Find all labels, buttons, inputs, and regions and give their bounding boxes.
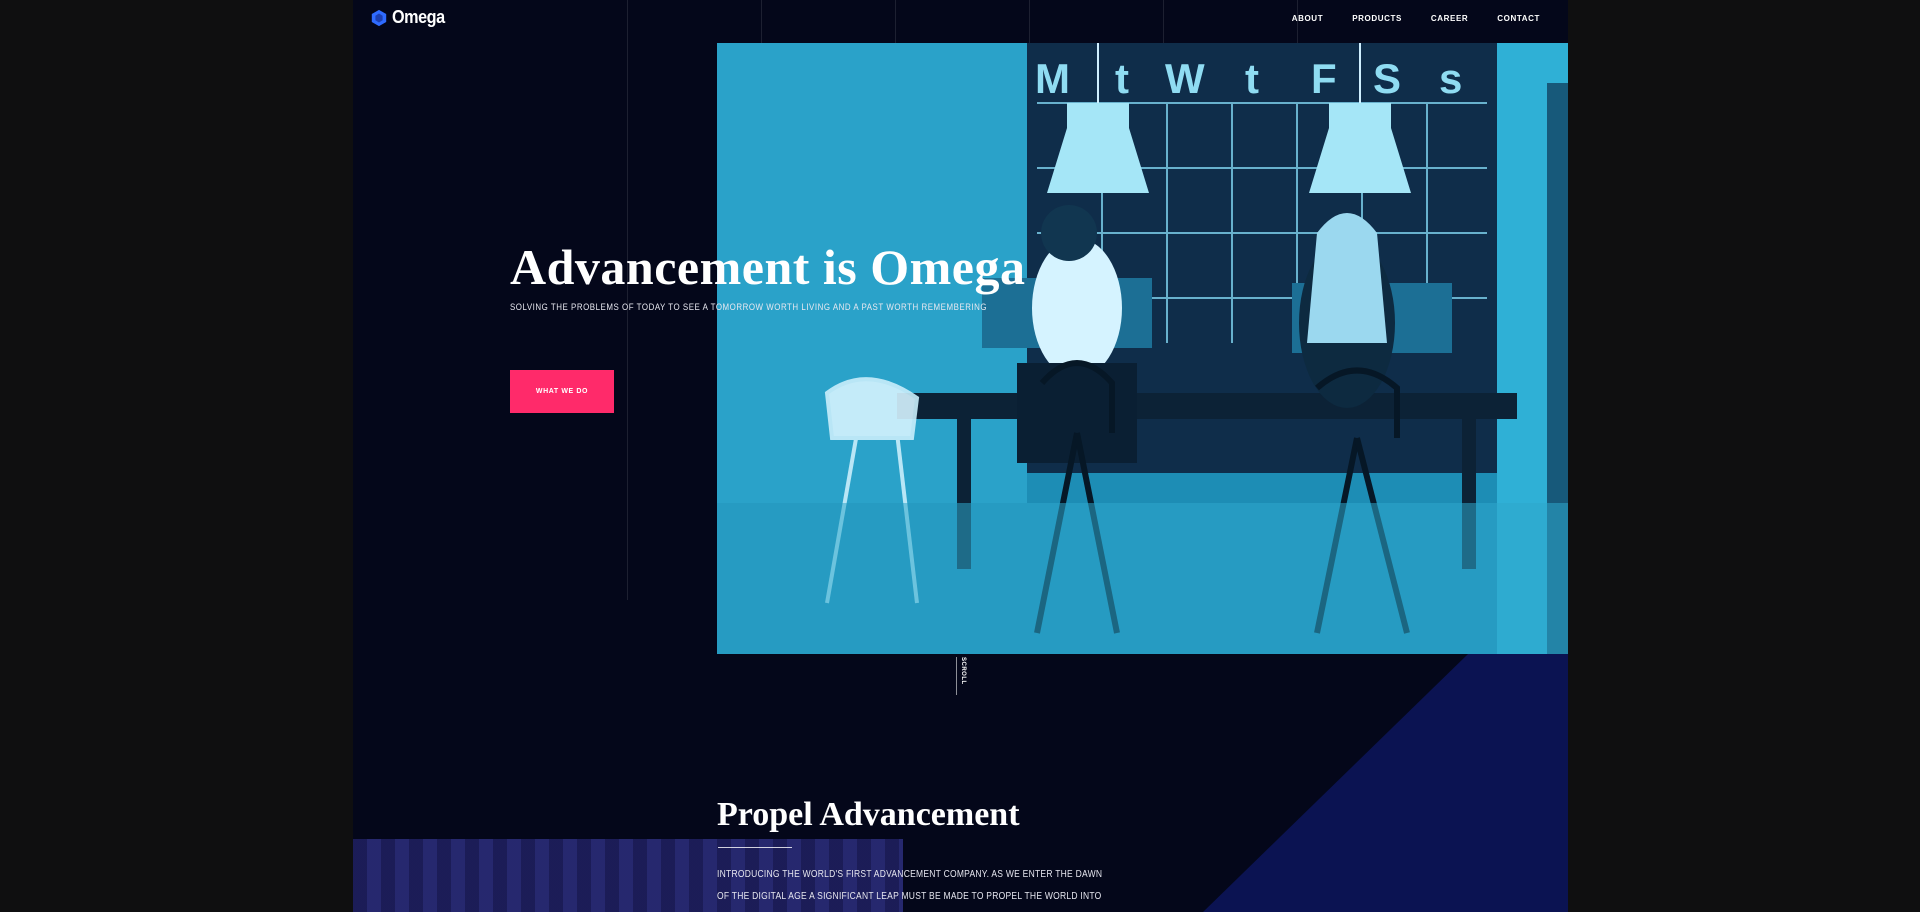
calendar-day-label: W: [1165, 55, 1205, 102]
main-nav: About Products Career Contact: [1292, 14, 1540, 23]
grid-line: [1163, 0, 1164, 43]
calendar-day-label: s: [1439, 55, 1462, 102]
grid-line: [895, 0, 896, 43]
nav-link-about[interactable]: About: [1292, 14, 1323, 23]
what-we-do-button[interactable]: WHAT WE DO: [510, 370, 614, 413]
calendar-day-label: M: [1035, 55, 1070, 102]
calendar-day-label: S: [1373, 55, 1401, 102]
hero-title: Advancement is Omega: [510, 239, 1026, 295]
calendar-day-label: F: [1311, 55, 1337, 102]
section-divider: [718, 847, 792, 848]
scroll-line: [956, 657, 957, 695]
hero-subtitle: SOLVING THE PROBLEMS OF TODAY TO SEE A T…: [510, 302, 988, 312]
scroll-indicator[interactable]: SCROLL: [956, 657, 966, 695]
section-title: Propel Advancement: [717, 796, 1020, 833]
calendar-day-label: t: [1115, 55, 1129, 102]
website-page: Omega About Products Career Contact: [353, 0, 1568, 912]
hexagon-logo-icon: [371, 9, 387, 26]
nav-link-products[interactable]: Products: [1352, 14, 1402, 23]
brand-name: Omega: [392, 7, 445, 27]
nav-link-career[interactable]: Career: [1431, 14, 1468, 23]
scroll-label: SCROLL: [960, 657, 966, 685]
grid-line: [1029, 0, 1030, 43]
nav-link-contact[interactable]: Contact: [1497, 14, 1540, 23]
grid-line: [761, 0, 762, 43]
hero-copy: Advancement is Omega SOLVING THE PROBLEM…: [510, 238, 1052, 312]
calendar-day-label: t: [1245, 55, 1259, 102]
logo[interactable]: Omega: [370, 7, 451, 28]
office-illustration: M t W t F S s: [717, 43, 1568, 654]
hero-office-photo: M t W t F S s: [717, 43, 1568, 654]
section-body: INTRODUCING THE WORLD'S FIRST ADVANCEMEN…: [717, 869, 1103, 902]
